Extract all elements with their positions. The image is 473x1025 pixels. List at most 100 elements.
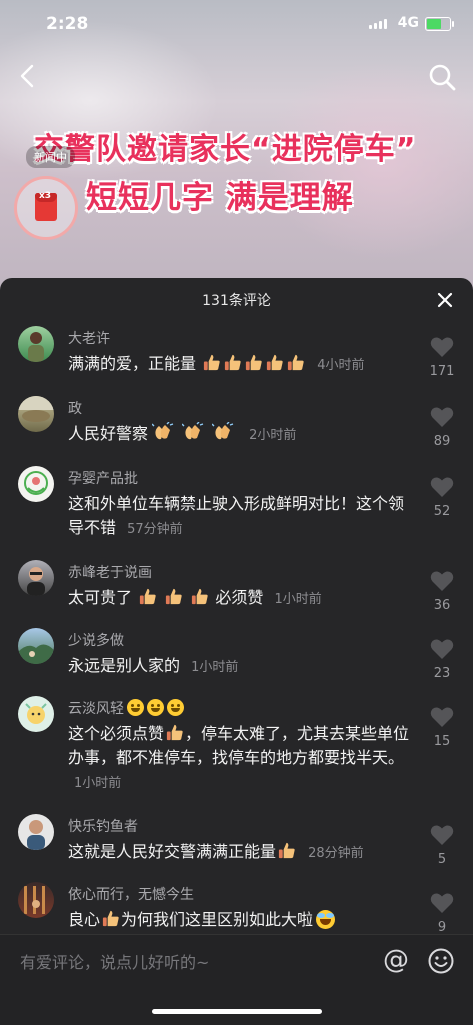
heart-icon bbox=[430, 407, 454, 427]
status-time: 2:28 bbox=[46, 14, 89, 34]
thumbs-up-emoji-icon bbox=[246, 354, 262, 371]
like-count: 5 bbox=[437, 852, 447, 867]
avatar[interactable] bbox=[18, 466, 54, 502]
like-button[interactable]: 15 bbox=[425, 706, 459, 749]
comment-username[interactable]: 孕婴产品批 bbox=[68, 468, 138, 488]
like-button[interactable]: 5 bbox=[425, 824, 459, 867]
comment-body-continued: 必须赞 bbox=[215, 588, 264, 607]
like-count: 15 bbox=[433, 734, 451, 749]
comment-username[interactable]: 少说多做 bbox=[68, 630, 124, 650]
like-button[interactable]: 36 bbox=[425, 570, 459, 613]
back-arrow-icon[interactable] bbox=[14, 62, 42, 90]
like-count: 23 bbox=[433, 666, 451, 681]
like-button[interactable]: 9 bbox=[425, 892, 459, 935]
comment-username[interactable]: 依心而行，无憾今生 bbox=[68, 884, 194, 904]
avatar[interactable] bbox=[18, 882, 54, 918]
smile-emoji-icon bbox=[127, 699, 144, 716]
like-count: 9 bbox=[437, 920, 447, 935]
avatar[interactable] bbox=[18, 814, 54, 850]
smile-emoji-icon bbox=[167, 699, 184, 716]
status-bar: 2:28 4G bbox=[0, 0, 473, 44]
avatar[interactable] bbox=[18, 628, 54, 664]
comment-body: 这就是人民好交警满满正能量 bbox=[68, 842, 277, 861]
thumbs-up-emoji-icon bbox=[204, 354, 220, 371]
thumbs-up-emoji-icon bbox=[288, 354, 304, 371]
avatar[interactable] bbox=[18, 560, 54, 596]
comment-body: 这个必须点赞 bbox=[68, 724, 165, 743]
heart-icon bbox=[430, 477, 454, 497]
comment-text: 这和外单位车辆禁止驶入形成鲜明对比！这个领导不错 57分钟前 bbox=[68, 492, 418, 542]
thumbs-up-emoji-icon bbox=[267, 354, 283, 371]
thumbs-up-emoji-icon bbox=[278, 842, 295, 859]
battery-icon bbox=[425, 17, 454, 31]
avatar[interactable] bbox=[18, 326, 54, 362]
comment-text: 太可贵了 必须赞 1小时前 bbox=[68, 586, 418, 612]
heart-icon bbox=[430, 893, 454, 913]
comment-body: 太可贵了 bbox=[68, 588, 133, 607]
video-player[interactable]: 2:28 4G 交警队邀请家长“进院停车” 新闻中 短短几字 满是理解 x3 bbox=[0, 0, 473, 290]
clapping-hands-emoji-icon bbox=[152, 422, 174, 440]
comment-time: 1小时前 bbox=[74, 776, 122, 791]
heart-icon bbox=[430, 337, 454, 357]
like-count: 52 bbox=[433, 504, 451, 519]
comment-body: 满满的爱，正能量 bbox=[68, 354, 197, 373]
like-count: 171 bbox=[429, 364, 455, 379]
comment-username[interactable]: 赤峰老于说画 bbox=[68, 562, 152, 582]
search-icon[interactable] bbox=[427, 62, 457, 92]
close-icon[interactable] bbox=[435, 290, 455, 310]
signal-icon bbox=[369, 19, 387, 29]
like-count: 36 bbox=[433, 598, 451, 613]
comment-username[interactable]: 政 bbox=[68, 398, 82, 418]
comment-text: 良心 为何我们这里区别如此大啦 bbox=[68, 908, 418, 932]
comment-body: 永远是别人家的 bbox=[68, 656, 181, 675]
comment-username[interactable]: 大老许 bbox=[68, 328, 110, 348]
comment-body-continued: 为何我们这里区别如此大啦 bbox=[121, 910, 314, 929]
comment-text: 永远是别人家的 1小时前 bbox=[68, 654, 418, 680]
thumbs-up-emoji-icon bbox=[166, 724, 183, 741]
comment-text: 人民好警察 2小时前 bbox=[68, 422, 418, 448]
smile-emoji-icon bbox=[147, 699, 164, 716]
comment-time: 4小时前 bbox=[317, 358, 365, 373]
comments-header: 131条评论 bbox=[0, 278, 473, 322]
like-button[interactable]: 52 bbox=[425, 476, 459, 519]
comment-username[interactable]: 云淡风轻 bbox=[68, 698, 184, 718]
home-indicator[interactable] bbox=[152, 1009, 322, 1014]
red-packet-button[interactable]: x3 bbox=[14, 176, 78, 240]
like-button[interactable]: 89 bbox=[425, 406, 459, 449]
thumbs-up-emoji-icon bbox=[140, 588, 156, 605]
network-label: 4G bbox=[397, 15, 419, 31]
comment-time: 1小时前 bbox=[191, 660, 239, 675]
like-count: 89 bbox=[433, 434, 451, 449]
thumbs-up-emoji-icon bbox=[225, 354, 241, 371]
comment-text: 这个必须点赞 ，停车太难了，尤其去某些单位办事，都不准停车，找停车的地方都要找半天… bbox=[68, 722, 418, 796]
video-headline-line2: 短短几字 满是理解 bbox=[86, 180, 354, 216]
avatar[interactable] bbox=[18, 696, 54, 732]
avatar[interactable] bbox=[18, 396, 54, 432]
mention-button[interactable]: @ bbox=[383, 945, 409, 975]
emoji-icon[interactable] bbox=[427, 947, 455, 975]
like-button[interactable]: 23 bbox=[425, 638, 459, 681]
red-packet-count: x3 bbox=[39, 191, 52, 201]
like-button[interactable]: 171 bbox=[425, 336, 459, 379]
heart-icon bbox=[430, 639, 454, 659]
thumbs-up-emoji-icon bbox=[192, 588, 208, 605]
comment-username-text: 云淡风轻 bbox=[68, 701, 124, 717]
video-headline-line1: 交警队邀请家长“进院停车” bbox=[34, 132, 417, 167]
heart-icon bbox=[430, 571, 454, 591]
comment-time: 57分钟前 bbox=[127, 522, 183, 537]
clapping-hands-emoji-icon bbox=[212, 422, 234, 440]
heart-icon bbox=[430, 707, 454, 727]
thumbs-up-emoji-icon bbox=[102, 910, 119, 927]
comment-body: 人民好警察 bbox=[68, 424, 149, 443]
comment-text: 满满的爱，正能量 4小时前 bbox=[68, 352, 418, 378]
heart-icon bbox=[430, 825, 454, 845]
comments-count-title: 131条评论 bbox=[202, 293, 271, 309]
video-overlay-tag: 新闻中 bbox=[26, 146, 75, 168]
clapping-hands-emoji-icon bbox=[182, 422, 204, 440]
comment-time: 28分钟前 bbox=[308, 846, 364, 861]
comment-time: 2小时前 bbox=[249, 428, 297, 443]
comment-input[interactable]: 有爱评论，说点儿好听的~ bbox=[20, 949, 209, 973]
comment-text: 这就是人民好交警满满正能量 28分钟前 bbox=[68, 840, 418, 866]
comment-username[interactable]: 快乐钓鱼者 bbox=[68, 816, 138, 836]
comment-body: 良心 bbox=[68, 910, 101, 929]
